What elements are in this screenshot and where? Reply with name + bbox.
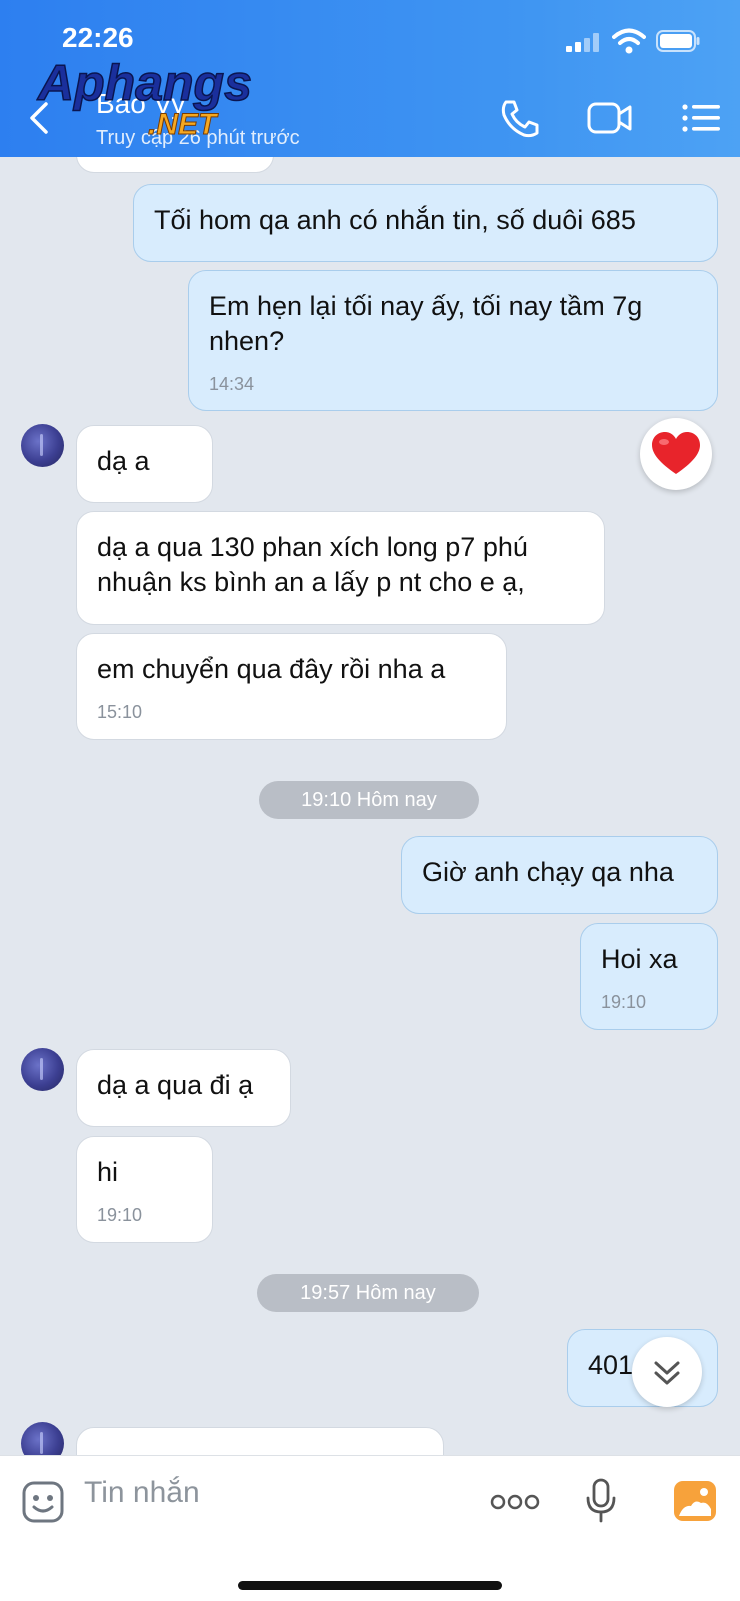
svg-text:Aphangs: Aphangs xyxy=(36,56,252,111)
message-time: 15:10 xyxy=(97,702,143,722)
message-time: 14:34 xyxy=(209,374,255,394)
scroll-down-icon xyxy=(654,1361,680,1385)
message-text: Giờ anh chạy qa nha xyxy=(422,857,674,887)
message-bubble-incoming[interactable]: em chuyển qua đây rồi nha a 15:10 xyxy=(76,633,507,740)
message-bubble-incoming[interactable]: hi 19:10 xyxy=(76,1136,213,1243)
image-icon[interactable] xyxy=(673,1480,717,1522)
message-text: Em hẹn lại tối nay ấy, tối nay tầm 7g nh… xyxy=(209,291,643,356)
message-bubble-clipped xyxy=(76,157,274,173)
message-text: dạ a qua đi ạ xyxy=(97,1070,254,1100)
watermark-logo: Aphangs .NET xyxy=(36,56,253,138)
status-time: 22:26 xyxy=(62,22,134,53)
contact-avatar[interactable] xyxy=(21,424,64,467)
message-bubble-incoming[interactable]: dạ a qua 130 phan xích long p7 phú nhuận… xyxy=(76,511,605,625)
heart-reaction[interactable] xyxy=(640,418,712,490)
scroll-to-bottom-button[interactable] xyxy=(632,1337,702,1407)
battery-icon xyxy=(656,30,700,52)
message-bubble-outgoing[interactable]: Giờ anh chạy qa nha xyxy=(401,836,718,914)
message-bubble-outgoing[interactable]: Hoi xa 19:10 xyxy=(580,923,718,1030)
message-bubble-incoming[interactable]: dạ a xyxy=(76,425,213,503)
message-text: hi xyxy=(97,1157,119,1187)
message-time: 19:10 xyxy=(97,1205,143,1225)
cellular-signal-icon xyxy=(566,32,602,52)
chat-header: 22:26 Bao Vy Truy cập 26 phút trước Apha… xyxy=(0,0,740,157)
message-text: Tối hom qa anh có nhắn tin, số duôi 685 xyxy=(154,205,636,235)
sticker-icon[interactable] xyxy=(21,1480,65,1524)
date-divider: 19:10 Hôm nay xyxy=(259,781,479,819)
message-bubble-incoming[interactable]: dạ a qua đi ạ xyxy=(76,1049,291,1127)
contact-avatar[interactable] xyxy=(21,1048,64,1091)
message-bubble-outgoing[interactable]: Tối hom qa anh có nhắn tin, số duôi 685 xyxy=(133,184,718,262)
heart-icon xyxy=(652,432,700,474)
home-indicator xyxy=(238,1581,502,1590)
svg-text:.NET: .NET xyxy=(148,108,219,138)
message-text: dạ a qua 130 phan xích long p7 phú nhuận… xyxy=(97,532,528,597)
message-list[interactable]: Tối hom qa anh có nhắn tin, số duôi 685 … xyxy=(0,157,740,1455)
microphone-icon[interactable] xyxy=(584,1478,618,1524)
message-text: dạ a xyxy=(97,446,150,476)
message-bubble-clipped xyxy=(76,1427,444,1455)
menu-list-icon[interactable] xyxy=(680,98,724,138)
message-text: 401 xyxy=(588,1350,634,1380)
message-text: em chuyển qua đây rồi nha a xyxy=(97,654,446,684)
video-call-icon[interactable] xyxy=(586,98,634,138)
message-composer: Tin nhắn xyxy=(0,1455,740,1601)
more-icon[interactable] xyxy=(490,1492,540,1512)
wifi-icon xyxy=(612,28,646,54)
message-bubble-outgoing[interactable]: Em hẹn lại tối nay ấy, tối nay tầm 7g nh… xyxy=(188,270,718,411)
date-divider: 19:57 Hôm nay xyxy=(257,1274,479,1312)
contact-avatar[interactable] xyxy=(21,1422,64,1455)
message-input[interactable]: Tin nhắn xyxy=(84,1476,200,1510)
message-time: 19:10 xyxy=(601,992,647,1012)
phone-icon[interactable] xyxy=(498,98,542,138)
message-text: Hoi xa xyxy=(601,944,678,974)
